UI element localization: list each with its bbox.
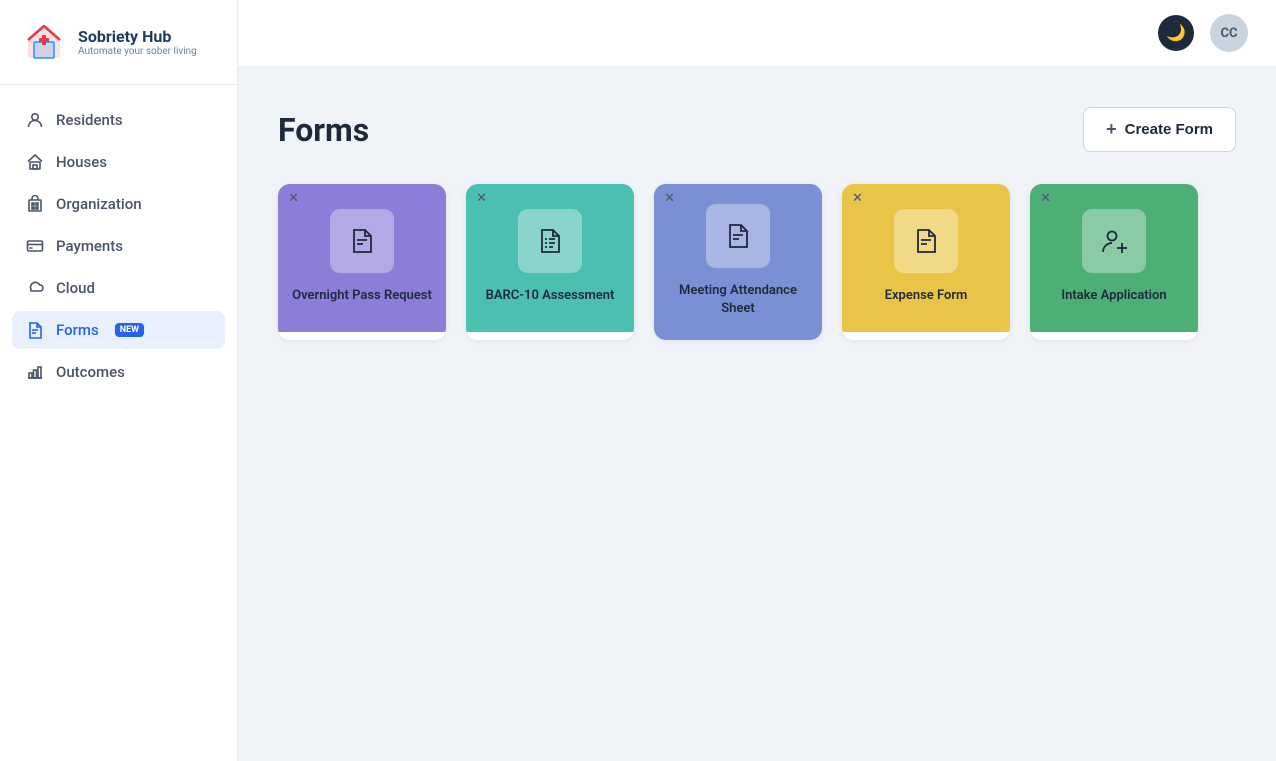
- form-card-expense-form[interactable]: ✕ Expense Form: [842, 184, 1010, 340]
- forms-grid: ✕ Overnight Pass Request ✕: [278, 184, 1236, 340]
- sidebar-item-cloud[interactable]: Cloud: [12, 269, 225, 307]
- form-card-name: Expense Form: [885, 287, 968, 305]
- create-form-button[interactable]: + Create Form: [1083, 107, 1236, 152]
- form-card-overnight-pass[interactable]: ✕ Overnight Pass Request: [278, 184, 446, 340]
- app-name: Sobriety Hub: [78, 27, 197, 46]
- form-icon-wrap: [1082, 209, 1146, 273]
- form-icon-wrap: [706, 204, 770, 268]
- close-icon[interactable]: ✕: [664, 192, 675, 205]
- close-icon[interactable]: ✕: [852, 192, 863, 205]
- sidebar-item-outcomes[interactable]: Outcomes: [12, 353, 225, 391]
- form-icon-wrap: [894, 209, 958, 273]
- app-tagline: Automate your sober living: [78, 46, 197, 57]
- card-body: Meeting Attendance Sheet: [654, 184, 822, 340]
- forms-badge: NEW: [115, 323, 144, 337]
- form-card-barc10[interactable]: ✕ BARC-10 Ass: [466, 184, 634, 340]
- form-card-name: Meeting Attendance Sheet: [668, 282, 808, 318]
- form-icon-wrap: [330, 209, 394, 273]
- sidebar-item-label: Outcomes: [56, 363, 125, 381]
- person-add-icon: [1099, 226, 1129, 256]
- page-title: Forms: [278, 111, 369, 149]
- close-icon[interactable]: ✕: [1040, 192, 1051, 205]
- main-content: 🌙 CC Forms + Create Form ✕: [238, 0, 1276, 761]
- user-avatar[interactable]: CC: [1210, 14, 1248, 52]
- form-card-name: BARC-10 Assessment: [486, 287, 615, 305]
- form-icon-wrap: [518, 209, 582, 273]
- page-header-row: Forms + Create Form: [278, 107, 1236, 152]
- sidebar-item-houses[interactable]: Houses: [12, 143, 225, 181]
- theme-toggle-button[interactable]: 🌙: [1158, 15, 1194, 51]
- logo-text: Sobriety Hub Automate your sober living: [78, 27, 197, 57]
- sidebar-item-payments[interactable]: Payments: [12, 227, 225, 265]
- sidebar-item-forms[interactable]: Forms NEW: [12, 311, 225, 349]
- header: 🌙 CC: [238, 0, 1276, 67]
- close-icon[interactable]: ✕: [476, 192, 487, 205]
- page-body: Forms + Create Form ✕: [238, 67, 1276, 761]
- form-card-name: Overnight Pass Request: [292, 287, 432, 305]
- document-icon: [347, 226, 377, 256]
- card-body: Intake Application: [1030, 184, 1198, 332]
- plus-icon: +: [1106, 119, 1117, 140]
- close-icon[interactable]: ✕: [288, 192, 299, 205]
- nav: Residents Houses: [0, 85, 237, 407]
- building-icon: [26, 195, 44, 213]
- form-card-meeting-attendance[interactable]: ✕ Meeting Attendance Sheet: [654, 184, 822, 340]
- logo-area[interactable]: Sobriety Hub Automate your sober living: [0, 0, 237, 85]
- person-icon: [26, 111, 44, 129]
- card-body: Overnight Pass Request: [278, 184, 446, 332]
- chart-icon: [26, 363, 44, 381]
- sidebar-item-label: Payments: [56, 237, 123, 255]
- sidebar: Sobriety Hub Automate your sober living …: [0, 0, 238, 761]
- cloud-icon: [26, 279, 44, 297]
- home-icon: [26, 153, 44, 171]
- sidebar-item-label: Forms: [56, 321, 99, 339]
- sidebar-item-label: Residents: [56, 111, 123, 129]
- card-body: BARC-10 Assessment: [466, 184, 634, 332]
- logo-icon: [20, 18, 68, 66]
- form-card-intake-application[interactable]: ✕ Intake Application: [1030, 184, 1198, 340]
- create-form-label: Create Form: [1125, 121, 1213, 138]
- document-icon: [723, 221, 753, 251]
- sidebar-item-residents[interactable]: Residents: [12, 101, 225, 139]
- checklist-icon: [535, 226, 565, 256]
- sidebar-item-label: Organization: [56, 195, 142, 213]
- document-icon: [911, 226, 941, 256]
- document-icon: [26, 321, 44, 339]
- sidebar-item-label: Cloud: [56, 279, 95, 297]
- card-body: Expense Form: [842, 184, 1010, 332]
- credit-card-icon: [26, 237, 44, 255]
- form-card-name: Intake Application: [1061, 287, 1166, 305]
- sidebar-item-organization[interactable]: Organization: [12, 185, 225, 223]
- sidebar-item-label: Houses: [56, 153, 107, 171]
